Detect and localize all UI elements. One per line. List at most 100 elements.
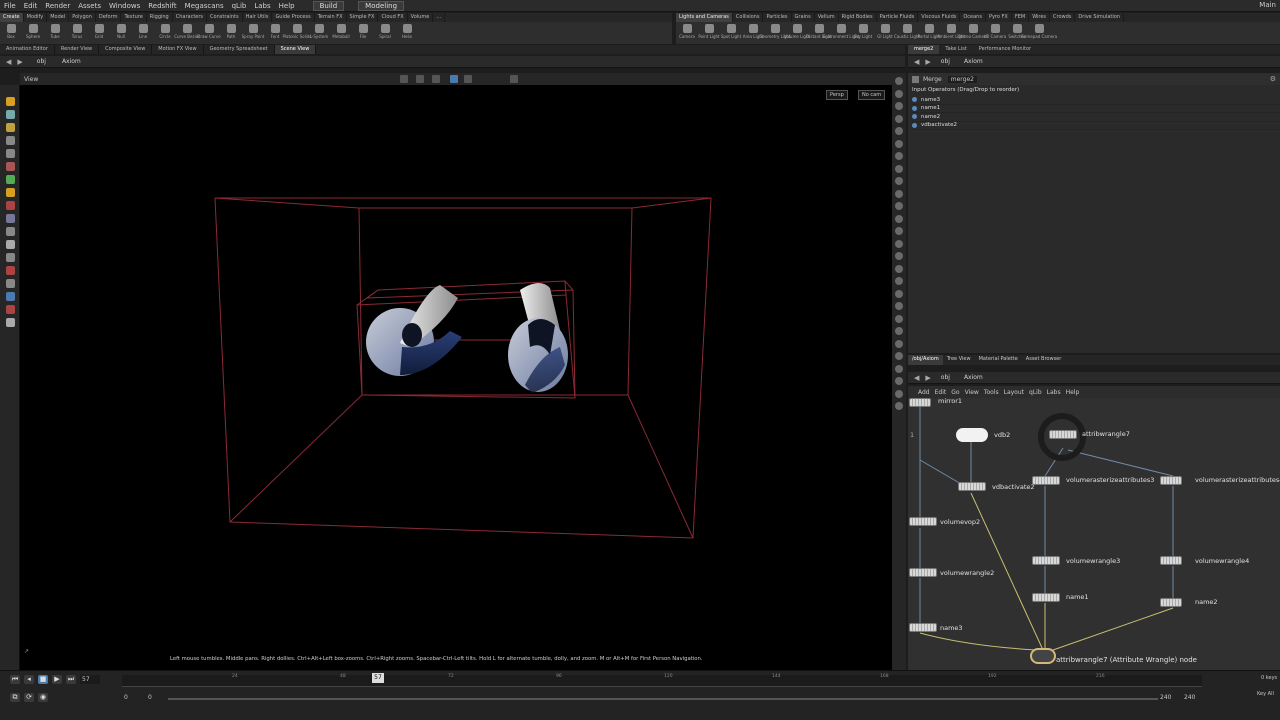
menu-assets[interactable]: Assets [74,2,105,10]
node-vdbactivate2[interactable] [958,482,986,491]
tool-path[interactable]: Path [220,22,242,44]
menu-render[interactable]: Render [41,2,74,10]
uv-icon[interactable] [895,227,903,235]
shelf-tab-cloud-fx[interactable]: Cloud FX [378,13,408,22]
node-merge2[interactable] [1030,648,1056,664]
tool-area-light[interactable]: Area Light [742,22,764,44]
network-editor[interactable]: mirror1 1 vdb2 attribwrangle7 vdbactivat… [908,398,1280,670]
shelf-tab-particle-fluids[interactable]: Particle Fluids [877,13,919,22]
net-menu-edit[interactable]: Edit [935,389,947,396]
shelf-tab-guide-process[interactable]: Guide Process [272,13,315,22]
current-frame-field[interactable]: 57 [80,675,100,684]
ortho-icon[interactable] [895,339,903,348]
tool-null[interactable]: Null [110,22,132,44]
shadow-icon[interactable] [895,139,903,148]
camera-icon[interactable] [510,75,518,83]
playhead-marker[interactable]: 57 [372,673,384,683]
snapshot-icon[interactable] [895,352,903,360]
points-icon[interactable] [895,202,903,210]
bg-icon[interactable] [895,164,903,173]
lighting-icon[interactable] [895,127,903,135]
shelf-tab-collisions[interactable]: Collisions [733,13,764,22]
ghost-tool-icon[interactable] [6,279,15,288]
shelf-tab-polygon[interactable]: Polygon [69,13,96,22]
back-arrow-icon[interactable]: ◀ [6,58,11,66]
shelf-tab-deform[interactable]: Deform [96,13,122,22]
net-menu-add[interactable]: Add [918,389,930,396]
ghost-other-icon[interactable] [895,177,903,185]
handle-tool-icon[interactable] [6,188,15,197]
tool-draw-curve[interactable]: Draw Curve [197,22,221,44]
view-tool-icon[interactable] [6,110,15,119]
tool-spiral[interactable]: Spiral [374,22,396,44]
node-name-field[interactable]: merge2 [947,75,977,83]
tool-line[interactable]: Line [132,22,154,44]
shelf-tab-simple-fx[interactable]: Simple FX [347,13,379,22]
normals-icon[interactable] [895,214,903,223]
node-name3[interactable] [909,623,937,632]
input-operator-row[interactable]: vdbactivate2 [912,122,1280,130]
input-operator-row[interactable]: name1 [912,105,1280,113]
node-volumewrangle3[interactable] [1032,556,1060,565]
menu-windows[interactable]: Windows [105,2,144,10]
network-path-axiom[interactable]: Axiom [964,374,983,381]
menu-help[interactable]: Help [275,2,299,10]
params-path-axiom[interactable]: Axiom [964,58,983,65]
params-path-obj[interactable]: obj [941,58,950,65]
shelf-tab-hair-utils[interactable]: Hair Utils [243,13,273,22]
menu-redshift[interactable]: Redshift [144,2,180,10]
shelf-tab-crowds[interactable]: Crowds [1050,13,1076,22]
frame-ruler[interactable]: 24 48 72 96 120 144 168 192 216 [122,674,1202,687]
paint-tool-icon[interactable] [6,136,15,145]
net-menu-layout[interactable]: Layout [1004,389,1024,396]
scale-tool-icon[interactable] [6,149,15,158]
tool-caustic-light[interactable]: Caustic Light [894,22,920,44]
shelf-tab-vellum[interactable]: Vellum [815,13,839,22]
node-attribwrangle7[interactable] [1049,430,1077,439]
stop-icon[interactable]: ■ [38,675,48,684]
back-arrow-icon[interactable]: ◀ [914,58,919,66]
tool-metaball[interactable]: Metaball [330,22,352,44]
tab-obj-axiom[interactable]: /obj/Axiom [908,355,943,365]
tool-tube[interactable]: Tube [44,22,66,44]
template-icon[interactable] [895,189,903,198]
tab-material-palette[interactable]: Material Palette [975,355,1022,365]
snap-icon[interactable] [450,75,458,83]
path-axiom[interactable]: Axiom [62,58,81,65]
node-mirror1[interactable] [909,398,931,407]
persp-button[interactable]: Persp [826,90,848,100]
shelf-tab-rigging[interactable]: Rigging [147,13,173,22]
camera-button[interactable]: No cam [858,90,886,100]
realtime-toggle-icon[interactable]: ⧉ [10,693,20,702]
menu-edit[interactable]: Edit [20,2,42,10]
tool-platonic-solids[interactable]: Platonic Solids [283,22,311,44]
tab-performance-monitor[interactable]: Performance Monitor [973,45,1037,54]
xray-icon[interactable] [895,252,903,260]
shelf-tab-model[interactable]: Model [47,13,70,22]
tool-stereo-camera[interactable]: Stereo Camera [958,22,988,44]
shelf-tab-characters[interactable]: Characters [173,13,208,22]
translate-tool-icon[interactable] [6,175,15,184]
shelf-tab-modify[interactable]: Modify [24,13,48,22]
shelf-tab-rigid-bodies[interactable]: Rigid Bodies [839,13,877,22]
menu-qlib[interactable]: qLib [228,2,251,10]
desktop-modeling-select[interactable]: Modeling [358,0,405,11]
forward-arrow-icon[interactable]: ▶ [925,374,930,382]
step-back-icon[interactable]: ◂ [24,675,34,684]
shelf-tab-oceans[interactable]: Oceans [960,13,986,22]
handle-tool-icon[interactable] [432,75,440,83]
range-end-field[interactable]: 240 [1160,694,1171,701]
audio-icon[interactable]: ◉ [38,693,48,702]
shelf-tab-pyro-fx[interactable]: Pyro FX [986,13,1012,22]
frame-icon[interactable] [895,89,903,98]
net-menu-qlib[interactable]: qLib [1029,389,1042,396]
tool-torus[interactable]: Torus [66,22,88,44]
tool-grid[interactable]: Grid [88,22,110,44]
node-volumevop2[interactable] [909,517,937,526]
range-start2-field[interactable]: 0 [148,694,152,701]
shelf-tab-grains[interactable]: Grains [792,13,815,22]
tool-environment-light[interactable]: Environment Light [823,22,859,44]
shelf-tab-texture[interactable]: Texture [121,13,147,22]
brush-tool-icon[interactable] [6,292,15,301]
tool-geometry-light[interactable]: Geometry Light [759,22,791,44]
